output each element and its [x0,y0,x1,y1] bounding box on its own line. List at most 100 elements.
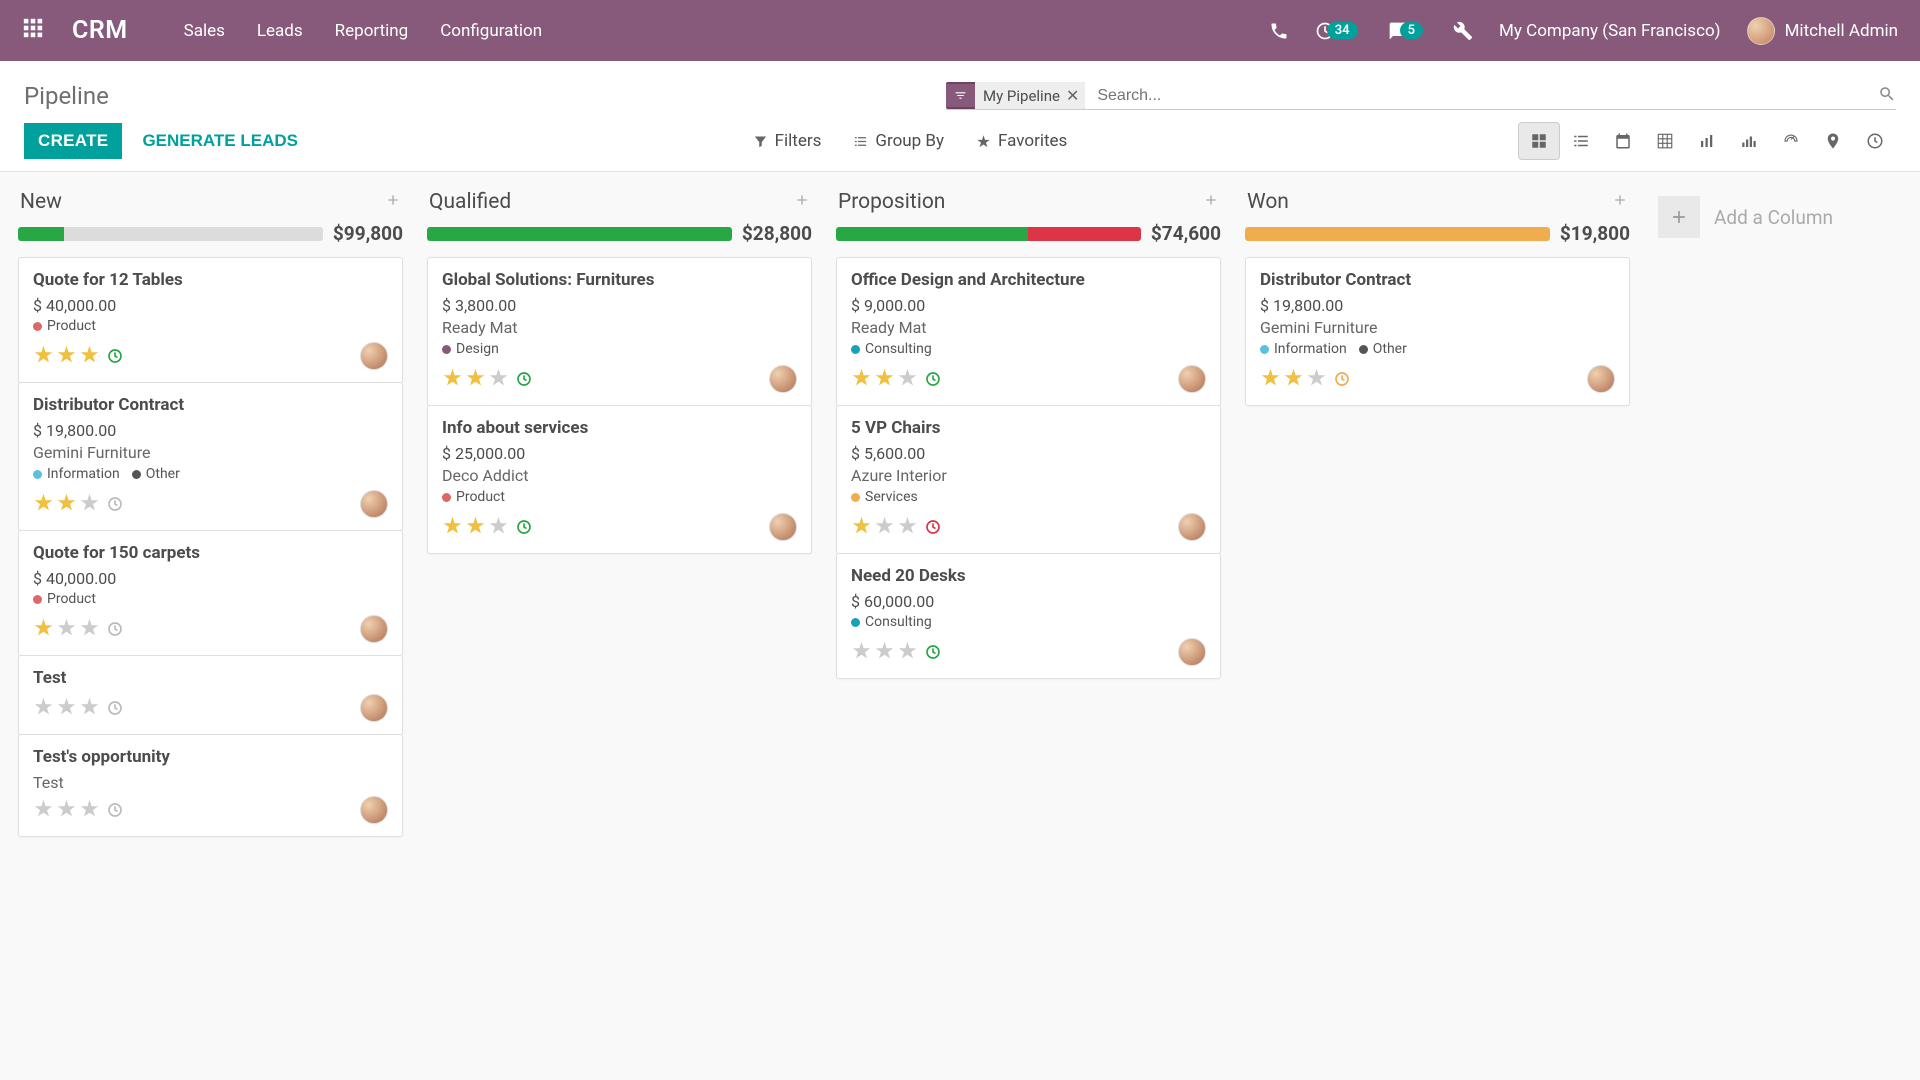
column-title[interactable]: New [20,190,62,214]
priority-star-icon[interactable] [56,617,77,642]
salesperson-avatar-icon[interactable] [1178,638,1206,666]
priority-star-icon[interactable] [851,367,872,392]
progress-segment[interactable] [836,227,1028,241]
tag[interactable]: Other [132,466,180,482]
tag[interactable]: Product [33,591,96,607]
priority-star-icon[interactable] [851,640,872,665]
create-button[interactable]: CREATE [24,123,122,159]
column-title[interactable]: Proposition [838,190,945,214]
view-cohort-icon[interactable] [1728,122,1770,160]
activity-clock-icon[interactable] [106,347,124,365]
view-calendar-icon[interactable] [1602,122,1644,160]
nav-leads[interactable]: Leads [257,21,303,41]
search-icon[interactable] [1878,85,1896,107]
nav-reporting[interactable]: Reporting [335,21,409,41]
view-kanban-icon[interactable] [1518,122,1560,160]
add-column[interactable]: Add a Column [1642,186,1849,248]
priority-star-icon[interactable] [488,515,509,540]
quick-create-icon[interactable] [794,192,810,212]
activity-clock-icon[interactable] [924,518,942,536]
kanban-card[interactable]: Global Solutions: Furnitures $ 3,800.00 … [427,257,812,406]
quick-create-icon[interactable] [1203,192,1219,212]
generate-leads-button[interactable]: GENERATE LEADS [138,123,302,159]
priority-star-icon[interactable] [465,367,486,392]
kanban-card[interactable]: 5 VP Chairs $ 5,600.00 Azure Interior Se… [836,405,1221,554]
activity-clock-icon[interactable] [106,699,124,717]
priority-star-icon[interactable] [33,617,54,642]
priority-star-icon[interactable] [56,696,77,721]
view-pivot-icon[interactable] [1644,122,1686,160]
priority-star-icon[interactable] [79,492,100,517]
tag[interactable]: Information [1260,341,1347,357]
priority-star-icon[interactable] [79,344,100,369]
tag[interactable]: Services [851,489,918,505]
priority-star-icon[interactable] [1306,367,1327,392]
view-activity-icon[interactable] [1854,122,1896,160]
priority-star-icon[interactable] [79,617,100,642]
quick-create-icon[interactable] [1612,192,1628,212]
salesperson-avatar-icon[interactable] [1587,365,1615,393]
company-selector[interactable]: My Company (San Francisco) [1499,21,1721,41]
priority-star-icon[interactable] [465,515,486,540]
priority-star-icon[interactable] [897,640,918,665]
activity-clock-icon[interactable] [515,370,533,388]
tag[interactable]: Design [442,341,499,357]
phone-icon[interactable] [1269,21,1289,41]
progress-segment[interactable] [18,227,64,241]
progress-segment[interactable] [1028,227,1141,241]
priority-star-icon[interactable] [851,515,872,540]
salesperson-avatar-icon[interactable] [769,513,797,541]
priority-star-icon[interactable] [33,344,54,369]
nav-sales[interactable]: Sales [184,21,225,41]
kanban-card[interactable]: Test's opportunity Test [18,734,403,837]
priority-star-icon[interactable] [874,640,895,665]
kanban-card[interactable]: Quote for 12 Tables $ 40,000.00 Product [18,257,403,383]
view-dashboard-icon[interactable] [1770,122,1812,160]
kanban-card[interactable]: Quote for 150 carpets $ 40,000.00 Produc… [18,530,403,656]
priority-star-icon[interactable] [1283,367,1304,392]
view-graph-icon[interactable] [1686,122,1728,160]
priority-star-icon[interactable] [874,515,895,540]
activity-clock-icon[interactable] [106,801,124,819]
kanban-card[interactable]: Info about services $ 25,000.00 Deco Add… [427,405,812,554]
activity-clock-icon[interactable] [924,370,942,388]
activities-icon[interactable]: 34 [1315,21,1362,41]
view-map-icon[interactable] [1812,122,1854,160]
progress-segment[interactable] [427,227,732,241]
app-brand[interactable]: CRM [72,16,128,45]
kanban-card[interactable]: Need 20 Desks $ 60,000.00 Consulting [836,553,1221,679]
tag[interactable]: Consulting [851,341,932,357]
kanban-card[interactable]: Distributor Contract $ 19,800.00 Gemini … [18,382,403,531]
progress-segment[interactable] [1245,227,1550,241]
priority-star-icon[interactable] [442,515,463,540]
priority-star-icon[interactable] [488,367,509,392]
view-list-icon[interactable] [1560,122,1602,160]
activity-clock-icon[interactable] [924,643,942,661]
priority-star-icon[interactable] [56,344,77,369]
quick-create-icon[interactable] [385,192,401,212]
salesperson-avatar-icon[interactable] [1178,513,1206,541]
groupby-dropdown[interactable]: Group By [853,131,944,151]
activity-clock-icon[interactable] [106,495,124,513]
messages-icon[interactable]: 5 [1388,21,1427,41]
salesperson-avatar-icon[interactable] [360,615,388,643]
column-title[interactable]: Won [1247,190,1289,214]
priority-star-icon[interactable] [897,515,918,540]
priority-star-icon[interactable] [33,798,54,823]
facet-remove-icon[interactable]: ✕ [1066,86,1079,105]
salesperson-avatar-icon[interactable] [360,796,388,824]
kanban-card[interactable]: Test [18,655,403,735]
salesperson-avatar-icon[interactable] [360,694,388,722]
priority-star-icon[interactable] [1260,367,1281,392]
priority-star-icon[interactable] [56,798,77,823]
priority-star-icon[interactable] [56,492,77,517]
tag[interactable]: Product [33,318,96,334]
salesperson-avatar-icon[interactable] [360,342,388,370]
activity-clock-icon[interactable] [515,518,533,536]
tools-icon[interactable] [1453,21,1473,41]
user-menu[interactable]: Mitchell Admin [1747,17,1898,45]
tag[interactable]: Other [1359,341,1407,357]
salesperson-avatar-icon[interactable] [769,365,797,393]
kanban-card[interactable]: Distributor Contract $ 19,800.00 Gemini … [1245,257,1630,406]
priority-star-icon[interactable] [874,367,895,392]
